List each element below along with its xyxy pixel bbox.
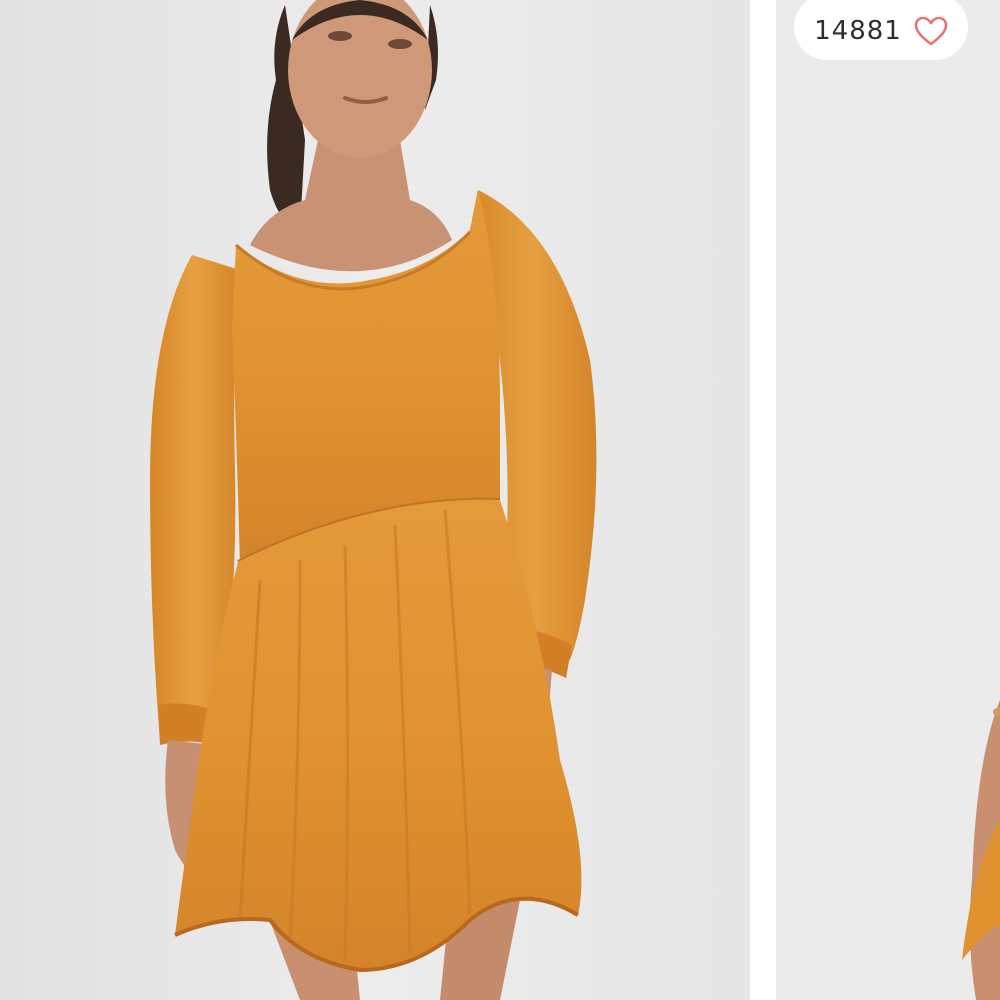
product-photo-next-preview [776, 0, 1000, 1000]
product-photo-next[interactable] [776, 0, 1000, 1000]
like-counter-button[interactable]: 14881 [794, 0, 968, 60]
heart-outline-icon[interactable] [914, 16, 948, 46]
product-photo-main[interactable] [0, 0, 750, 1000]
like-count: 14881 [814, 16, 902, 46]
photo-carousel[interactable]: 14881 [0, 0, 1000, 1000]
product-photo-dress-model [0, 0, 750, 1000]
